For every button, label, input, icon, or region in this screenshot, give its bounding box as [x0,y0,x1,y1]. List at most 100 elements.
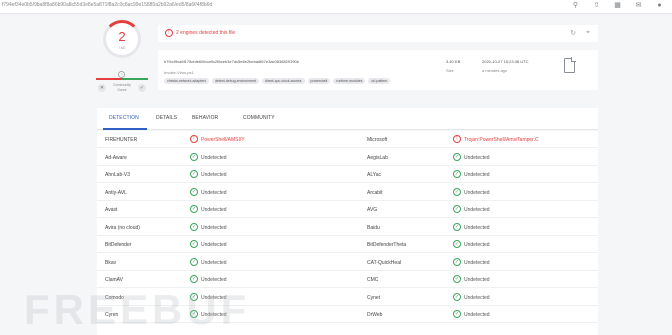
engine-result: Undetected [464,277,490,283]
engine-name: FIREHUNTER [105,137,138,143]
file-name: Invoke-Virus.ps1 [164,70,194,75]
engine-name: ClamAV [105,277,123,283]
upload-icon[interactable]: ⇧ [592,1,601,10]
check-circle-icon: ✓ [190,240,198,248]
alert-icon: ! [190,135,198,143]
table-row: Ad-Aware ✓ Undetected AegisLab ✓ Undetected [97,149,598,166]
url-text[interactable]: f794ef34e0b5/9ba8f8a86b90a8c55d3e8e5a871… [2,2,212,8]
check-circle-icon: ✓ [190,275,198,283]
detection-alert: ! 2 engines detected this file ↻ ⌖ [158,25,598,42]
vote-harmless-icon[interactable]: ✓ [138,84,146,92]
engine-name: CAT-QuickHeal [367,259,402,266]
community-score-bar [96,78,148,80]
engine-name: Cynet [367,294,381,301]
check-circle-icon: ✓ [453,222,461,231]
check-circle-icon: ✓ [453,170,461,178]
analysis-date: 2020-10-27 15:23:38 UTC [482,59,529,64]
file-hash[interactable]: b7f4c9fca6f178cbfe60fcca9c2f6eeb3e7dc5e8… [164,59,299,64]
reanalyze-icon[interactable]: ↻ [570,29,576,37]
table-row: Avira (no cloud) ✓ Undetected Baidu ✓ Undetec… [97,219,598,236]
report-tabs: DETECTION DETAILS BEHAVIOR COMMUNITY [97,108,598,130]
tab-behavior[interactable]: BEHAVIOR [192,115,218,121]
engine-result: Undetected [464,294,490,301]
engine-result: Undetected [201,207,227,213]
engine-result: Undetected [201,189,227,196]
community-score-label: Community Score [113,83,131,92]
file-size: 3.40 KB [446,59,461,64]
active-tab-indicator [103,128,147,130]
tag[interactable]: checks-network-adapters [164,78,210,84]
community-score-help-icon[interactable]: ? [118,71,125,78]
engine-result[interactable]: Trojan:PowerShell/AmsiTamper.C [464,137,539,143]
check-circle-icon: ✓ [190,257,198,266]
table-row: Bkav ✓ Undetected CAT-QuickHeal ✓ Undetected [97,254,598,271]
check-circle-icon: ✓ [453,187,461,196]
engine-name: Ad-Aware [105,154,127,161]
engine-name: ALYac [367,172,381,178]
tag[interactable]: runtime-modules [333,78,366,84]
table-row: Antiy-AVL ✓ Undetected Arcabit ✓ Undetected [97,184,598,201]
check-circle-icon: ✓ [190,152,198,161]
engine-name: AhnLab-V3 [105,172,131,178]
engine-result: Undetected [464,259,490,266]
engine-result: Undetected [201,242,227,248]
engine-result: Undetected [201,224,227,231]
table-row: BitDefender ✓ Undetected BitDefenderTheta ✓ U… [97,236,598,253]
check-circle-icon: ✓ [190,187,198,196]
check-circle-icon: ✓ [190,205,198,213]
engine-name: BitDefenderTheta [367,242,407,248]
check-circle-icon: ✓ [453,275,461,283]
alert-icon: ! [453,135,461,143]
engine-result: Undetected [464,224,490,231]
check-circle-icon: ✓ [190,170,198,178]
graph-icon[interactable]: ⌖ [586,29,590,37]
file-info-card: b7f4c9fca6f178cbfe60fcca9c2f6eeb3e7dc5e8… [158,50,598,90]
engine-result: Undetected [201,154,227,161]
check-circle-icon: ✓ [453,152,461,161]
engine-name: Baidu [367,224,380,231]
check-circle-icon: ✓ [453,292,461,301]
engine-name: Bkav [105,259,117,266]
engine-name: Microsoft [367,137,388,143]
check-circle-icon: ✓ [453,205,461,213]
engine-name: DrWeb [367,312,383,318]
check-circle-icon: ✓ [190,222,198,231]
detection-count: 2 [118,29,126,44]
tag[interactable]: detect-debug-environment [212,78,259,84]
tab-details[interactable]: DETAILS [156,115,177,121]
tag[interactable]: direct-cpu-clock-access [261,78,305,84]
vote-harmful-icon[interactable]: ✕ [98,84,106,92]
check-circle-icon: ✓ [453,257,461,266]
engine-result: Undetected [464,172,490,178]
tab-community[interactable]: COMMUNITY [243,115,275,121]
alert-text: 2 engines detected this file [176,30,236,36]
engine-total: / 60 [118,45,126,50]
search-icon[interactable]: ⚲ [571,1,580,10]
table-row: AhnLab-V3 ✓ Undetected ALYac ✓ Undetected [97,166,598,183]
table-row: FIREHUNTER! PowerShell/AMSI/Y Microsoft! Tr… [97,131,598,148]
engine-result: Undetected [464,207,490,213]
engine-name: Avira (no cloud) [105,224,140,231]
watermark: FREEBUF [24,286,251,333]
tab-detection[interactable]: DETECTION [109,115,139,121]
check-circle-icon: ✓ [453,240,461,248]
engine-result: Undetected [464,154,490,161]
top-icons: ⚲ ⇧ ▦ ✉ ● [571,1,664,10]
engine-result: Undetected [464,312,490,318]
engine-name: Arcabit [367,189,383,196]
tag[interactable]: powershell [307,78,331,84]
check-circle-icon: ✓ [453,310,461,318]
apps-icon[interactable]: ▦ [613,1,622,10]
alert-icon: ! [165,29,173,37]
engine-name: Antiy-AVL [105,189,127,196]
engine-name: BitDefender [105,242,132,248]
engine-name: AegisLab [367,154,388,161]
table-row: Avast ✓ Undetected AVG ✓ Undetected [97,201,598,218]
engine-name: Avast [105,207,118,213]
engine-result: Undetected [201,172,227,178]
engine-result[interactable]: PowerShell/AMSI/Y [201,137,245,143]
tag[interactable]: url-pattern [368,78,391,84]
account-icon[interactable]: ● [655,1,664,10]
chat-icon[interactable]: ✉ [634,1,643,10]
tag-list: checks-network-adapters detect-debug-env… [164,78,391,84]
